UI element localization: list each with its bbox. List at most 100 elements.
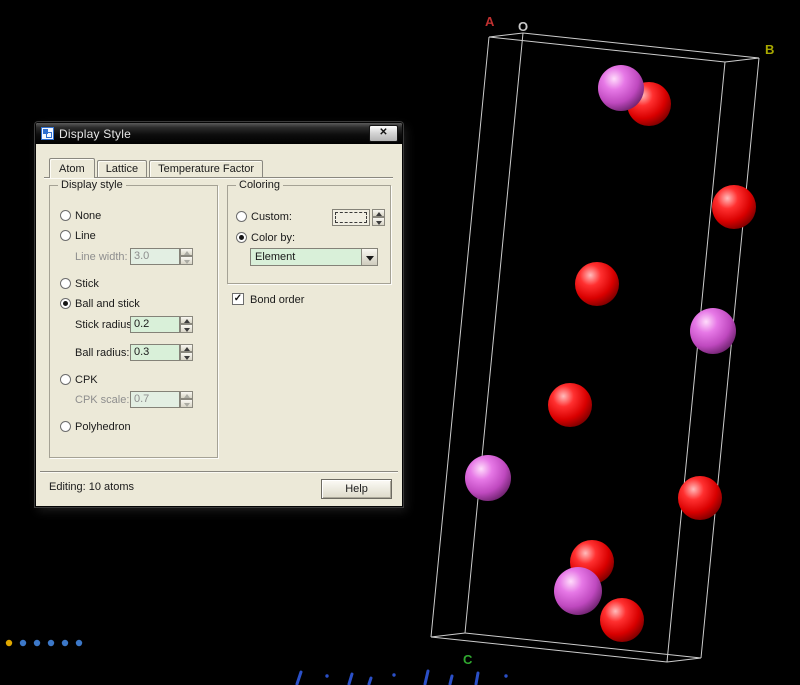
spin-up-icon[interactable] bbox=[180, 248, 193, 256]
radio-custom-label[interactable]: Custom: bbox=[251, 211, 292, 223]
line-width-field[interactable]: 3.0 bbox=[130, 248, 180, 265]
clipped-text-fragment bbox=[295, 670, 303, 685]
atom-red[interactable] bbox=[600, 598, 644, 642]
custom-color-swatch[interactable] bbox=[332, 209, 370, 226]
tab-atom[interactable]: Atom bbox=[49, 158, 95, 178]
spin-up-icon[interactable] bbox=[180, 344, 193, 352]
atom-red[interactable] bbox=[548, 383, 592, 427]
radio-polyhedron-label[interactable]: Polyhedron bbox=[75, 421, 131, 433]
dock-dot[interactable] bbox=[33, 639, 41, 647]
cell-edge bbox=[430, 36, 490, 638]
tab-lattice[interactable]: Lattice bbox=[96, 160, 148, 177]
cell-edge bbox=[488, 36, 726, 63]
ball-radius-spinner[interactable] bbox=[180, 344, 193, 361]
tab-strip: Atom Lattice Temperature Factor bbox=[44, 156, 393, 178]
radio-line[interactable] bbox=[60, 230, 71, 241]
clipped-text-fragment bbox=[325, 674, 329, 678]
radio-cpk-label[interactable]: CPK bbox=[75, 374, 98, 386]
atom-violet[interactable] bbox=[690, 308, 736, 354]
clipped-text-fragment bbox=[423, 669, 430, 685]
coloring-group-title: Coloring bbox=[236, 179, 283, 191]
atom-violet[interactable] bbox=[465, 455, 511, 501]
atom-violet[interactable] bbox=[554, 567, 602, 615]
clipped-text-fragment bbox=[392, 673, 396, 677]
spin-down-icon[interactable] bbox=[180, 256, 193, 265]
bond-order-label[interactable]: Bond order bbox=[250, 294, 304, 306]
radio-custom[interactable] bbox=[236, 211, 247, 222]
cell-edge bbox=[666, 61, 726, 663]
spin-down-icon[interactable] bbox=[372, 217, 385, 226]
radio-none[interactable] bbox=[60, 210, 71, 221]
color-by-combo[interactable]: Element bbox=[250, 248, 378, 266]
chevron-down-icon bbox=[366, 256, 374, 261]
atom-red[interactable] bbox=[678, 476, 722, 520]
cpk-scale-spinner[interactable] bbox=[180, 391, 193, 408]
spin-down-icon[interactable] bbox=[180, 352, 193, 361]
dock-dot[interactable] bbox=[75, 639, 83, 647]
radio-line-label[interactable]: Line bbox=[75, 230, 96, 242]
display-style-group: Display style None Line Line width: 3.0 … bbox=[49, 179, 218, 458]
dock-dot[interactable] bbox=[47, 639, 55, 647]
axis-label-B: B bbox=[765, 42, 774, 57]
dock-dot[interactable] bbox=[61, 639, 69, 647]
radio-ball-and-stick[interactable] bbox=[60, 298, 71, 309]
radio-polyhedron[interactable] bbox=[60, 421, 71, 432]
cell-edge bbox=[522, 32, 760, 59]
cell-edge bbox=[464, 32, 524, 634]
dock-dot[interactable] bbox=[5, 639, 13, 647]
spin-up-icon[interactable] bbox=[180, 391, 193, 399]
line-width-label: Line width: bbox=[75, 251, 128, 263]
display-style-group-title: Display style bbox=[58, 179, 126, 191]
axis-label-O: O bbox=[518, 19, 528, 34]
radio-color-by[interactable] bbox=[236, 232, 247, 243]
atom-red[interactable] bbox=[712, 185, 756, 229]
spin-up-icon[interactable] bbox=[180, 316, 193, 324]
display-style-dialog: Display Style ✕ Atom Lattice Temperature… bbox=[35, 122, 403, 507]
custom-color-spinner[interactable] bbox=[372, 209, 385, 226]
app-icon bbox=[41, 127, 54, 140]
dialog-title: Display Style bbox=[59, 126, 131, 141]
dock-dots bbox=[5, 639, 83, 647]
close-icon: ✕ bbox=[379, 127, 388, 138]
stick-radius-spinner[interactable] bbox=[180, 316, 193, 333]
radio-ball-and-stick-label[interactable]: Ball and stick bbox=[75, 298, 140, 310]
tab-temperature-factor[interactable]: Temperature Factor bbox=[149, 160, 264, 177]
cpk-scale-field[interactable]: 0.7 bbox=[130, 391, 180, 408]
close-button[interactable]: ✕ bbox=[369, 125, 398, 142]
dashed-marquee-icon bbox=[335, 212, 367, 223]
clipped-text-fragment bbox=[448, 674, 454, 685]
ball-radius-field[interactable]: 0.3 bbox=[130, 344, 180, 361]
clipped-text-fragment bbox=[367, 676, 373, 685]
atom-violet[interactable] bbox=[598, 65, 644, 111]
radio-stick[interactable] bbox=[60, 278, 71, 289]
status-text: Editing: 10 atoms bbox=[49, 481, 134, 493]
spin-down-icon[interactable] bbox=[180, 399, 193, 408]
spin-up-icon[interactable] bbox=[372, 209, 385, 217]
radio-color-by-label[interactable]: Color by: bbox=[251, 232, 295, 244]
cell-edge bbox=[430, 632, 466, 638]
radio-stick-label[interactable]: Stick bbox=[75, 278, 99, 290]
spin-down-icon[interactable] bbox=[180, 324, 193, 333]
stick-radius-field[interactable]: 0.2 bbox=[130, 316, 180, 333]
line-width-spinner[interactable] bbox=[180, 248, 193, 265]
cpk-scale-label: CPK scale: bbox=[75, 394, 130, 406]
atoms-layer bbox=[465, 65, 756, 642]
cell-edge bbox=[464, 632, 702, 659]
cell-edge bbox=[700, 57, 760, 659]
combo-dropdown-button[interactable] bbox=[361, 249, 377, 265]
radio-cpk[interactable] bbox=[60, 374, 71, 385]
status-separator bbox=[40, 471, 398, 473]
axis-label-C: C bbox=[463, 652, 473, 667]
dock-dot[interactable] bbox=[19, 639, 27, 647]
atom-red[interactable] bbox=[575, 262, 619, 306]
cell-edge bbox=[666, 657, 702, 663]
coloring-group: Coloring Custom: Color by: Element bbox=[227, 179, 391, 284]
combo-selected-value: Element bbox=[255, 251, 296, 263]
ball-radius-label: Ball radius: bbox=[75, 347, 130, 359]
bond-order-checkbox[interactable]: ✓ bbox=[232, 293, 244, 305]
radio-none-label[interactable]: None bbox=[75, 210, 101, 222]
cell-edge bbox=[724, 57, 760, 63]
clipped-text-fragments bbox=[295, 669, 508, 685]
help-button[interactable]: Help bbox=[321, 479, 392, 499]
dialog-titlebar[interactable]: Display Style ✕ bbox=[36, 123, 402, 144]
